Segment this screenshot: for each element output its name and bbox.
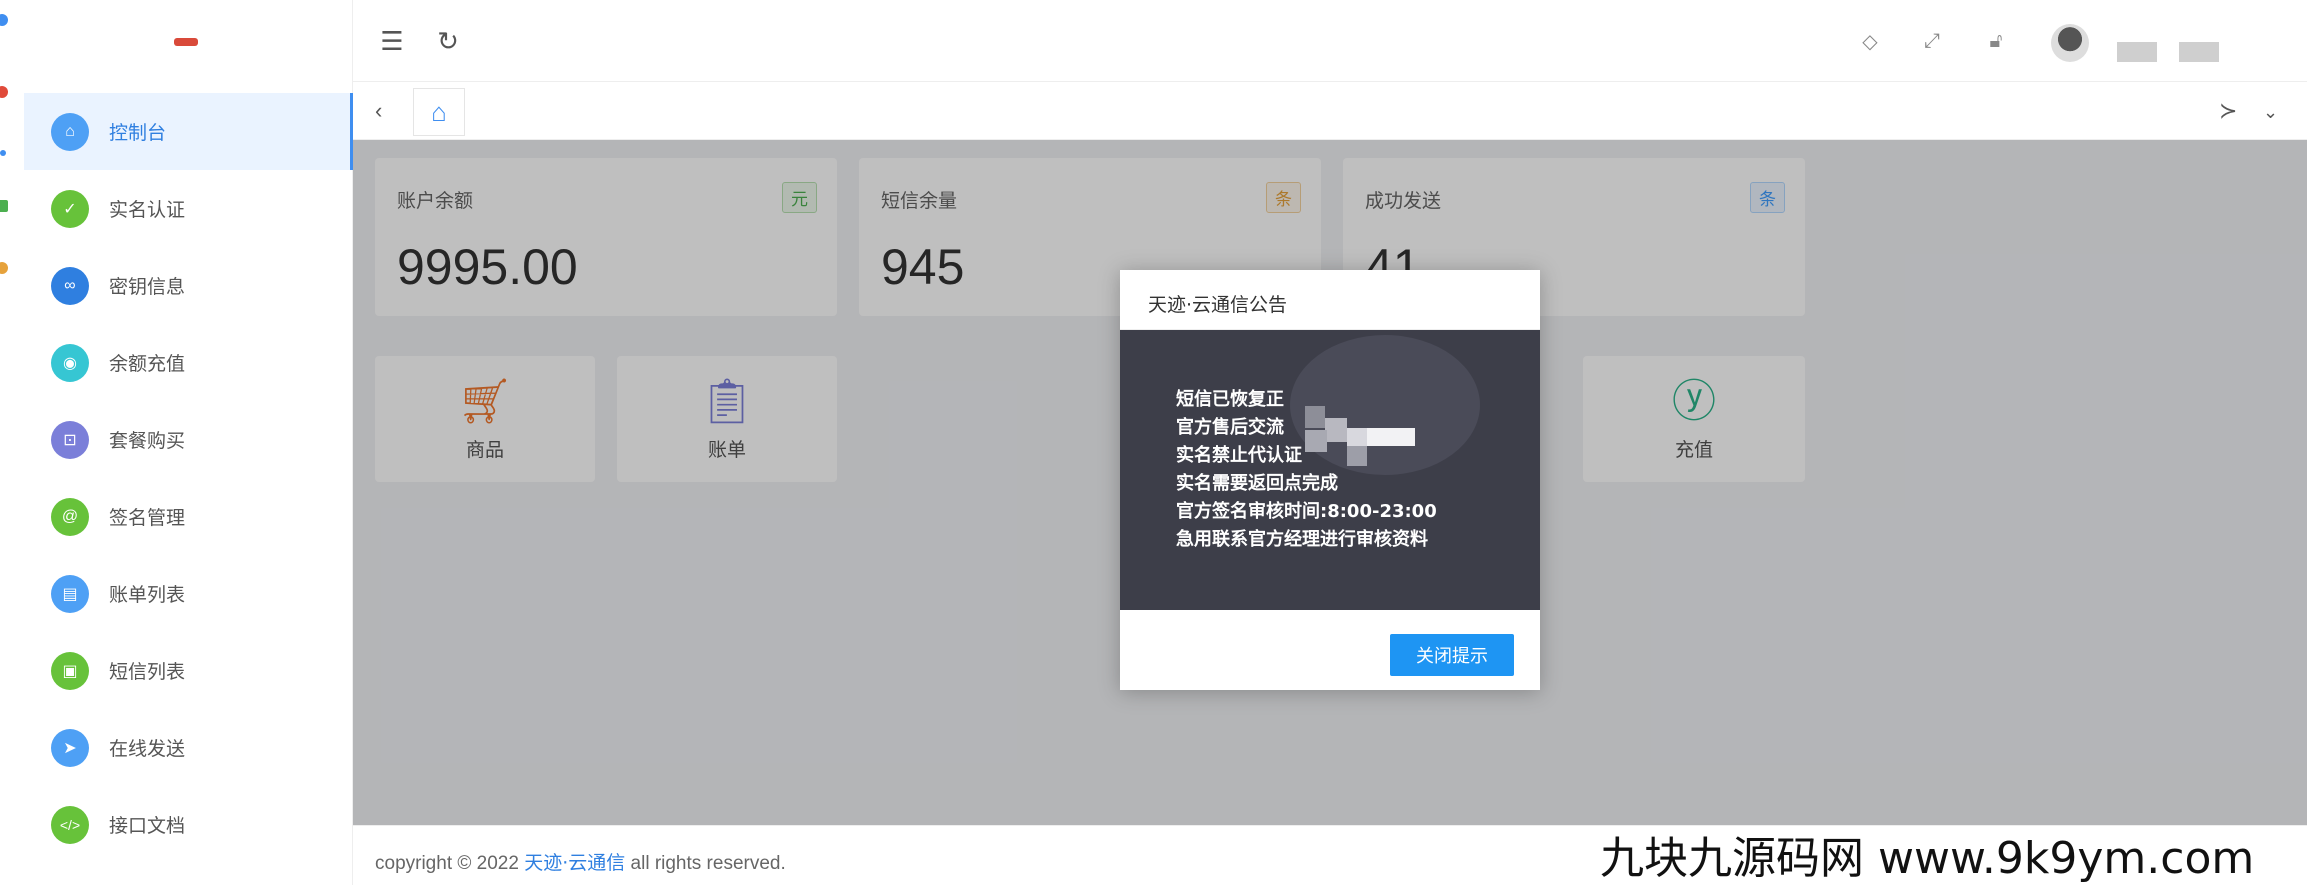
check-shield-icon: ✓ [51, 189, 89, 228]
sidebar-item-label: 账单列表 [109, 584, 186, 606]
fullscreen-icon[interactable]: ⤢ [1919, 28, 1945, 54]
top-header: ☰ ↻ ◇ ⤢ 🔓︎ [353, 0, 2307, 82]
notice-line: 实名需要返回点完成 [1176, 473, 1338, 494]
modal-header: 天迹·云通信公告 [1120, 270, 1540, 330]
notice-line: 急用联系官方经理进行审核资料 [1176, 529, 1428, 550]
logo-mark [174, 38, 198, 46]
lock-icon[interactable]: 🔓︎ [1983, 28, 2009, 54]
mosaic-tile [1325, 418, 1347, 442]
brand-link[interactable]: 天迹·云通信 [524, 852, 625, 874]
external-edge-strip [0, 0, 24, 885]
sidebar-item-label: 短信列表 [109, 661, 186, 683]
sms-icon: ▣ [51, 651, 89, 690]
sidebar-item-package[interactable]: ⊡ 套餐购买 [24, 401, 353, 478]
copyright-text: copyright © 2022 天迹·云通信 all rights reser… [375, 848, 786, 875]
watermark-text: 九块九源码网 www.9k9ym.com [1600, 833, 2255, 884]
sidebar-item-label: 接口文档 [109, 815, 186, 837]
coin-icon: ◉ [51, 343, 89, 382]
sidebar-item-label: 实名认证 [109, 199, 186, 221]
sidebar-item-keys[interactable]: ∞ 密钥信息 [24, 247, 353, 324]
mosaic-tile [1305, 430, 1327, 452]
mosaic-tile [1347, 446, 1367, 466]
tab-scroll-right-icon[interactable]: ≻ [2219, 98, 2237, 124]
edge-app-icon [0, 200, 8, 212]
sidebar-item-bills[interactable]: ▤ 账单列表 [24, 555, 353, 632]
at-icon: @ [51, 497, 89, 536]
sidebar-item-api-docs[interactable]: </> 接口文档 [24, 786, 353, 863]
sidebar-item-signature[interactable]: @ 签名管理 [24, 478, 353, 555]
menu-collapse-icon[interactable]: ☰ [377, 26, 407, 56]
sidebar-item-realname[interactable]: ✓ 实名认证 [24, 170, 353, 247]
mosaic-tile [1347, 428, 1367, 446]
username-redacted [2179, 42, 2219, 62]
edge-app-icon [0, 86, 8, 98]
username-redacted [2117, 42, 2157, 62]
sidebar-item-send[interactable]: ➤ 在线发送 [24, 709, 353, 786]
sidebar-item-label: 在线发送 [109, 738, 186, 760]
home-icon: ⌂ [431, 96, 447, 127]
refresh-icon[interactable]: ↻ [433, 26, 463, 56]
sidebar-item-label: 套餐购买 [109, 430, 186, 452]
sidebar-item-label: 余额充值 [109, 353, 186, 375]
notice-line: 官方签名审核时间:8:00-23:00 [1176, 501, 1437, 522]
edge-app-icon [0, 14, 8, 26]
mosaic-tile [1305, 406, 1325, 428]
sidebar-item-label: 密钥信息 [109, 276, 186, 298]
close-notice-button[interactable]: 关闭提示 [1390, 634, 1514, 676]
tag-icon[interactable]: ◇ [1857, 28, 1883, 54]
home-icon: ⌂ [51, 112, 89, 151]
tab-bar: ‹ ⌂ ≻ ⌄ [353, 82, 2307, 140]
edge-app-icon [0, 150, 6, 156]
modal-body: 短信已恢复正 官方售后交流 实名禁止代认证 实名需要返回点完成 官方签名审核时间… [1120, 330, 1540, 610]
tab-scroll-left-icon[interactable]: ‹ [375, 98, 382, 124]
document-icon: ▤ [51, 574, 89, 613]
announcement-modal: 天迹·云通信公告 短信已恢复正 官方售后交流 实名禁止代认证 实名需要返回点完成… [1120, 270, 1540, 690]
sidebar-item-label: 控制台 [109, 122, 167, 144]
code-icon: </> [51, 805, 89, 844]
avatar[interactable] [2051, 24, 2089, 62]
logo[interactable] [174, 38, 198, 48]
tab-home[interactable]: ⌂ [413, 88, 465, 136]
sidebar-item-label: 签名管理 [109, 507, 186, 529]
send-icon: ➤ [51, 728, 89, 767]
tab-menu-chevron-down-icon[interactable]: ⌄ [2263, 102, 2278, 123]
link-icon: ∞ [51, 266, 89, 305]
cart-icon: ⊡ [51, 420, 89, 459]
copyright-prefix: copyright © 2022 [375, 853, 525, 874]
sidebar: ⌂ 控制台 ✓ 实名认证 ∞ 密钥信息 ◉ 余额充值 ⊡ 套餐购买 @ 签名管理… [24, 0, 353, 885]
mosaic-tile [1367, 428, 1415, 446]
copyright-suffix: all rights reserved. [625, 853, 786, 874]
modal-title: 天迹·云通信公告 [1148, 294, 1288, 316]
redaction-mosaic [1305, 406, 1415, 466]
sidebar-item-console[interactable]: ⌂ 控制台 [24, 93, 353, 170]
edge-app-icon [0, 262, 8, 274]
sidebar-item-recharge[interactable]: ◉ 余额充值 [24, 324, 353, 401]
sidebar-item-sms[interactable]: ▣ 短信列表 [24, 632, 353, 709]
